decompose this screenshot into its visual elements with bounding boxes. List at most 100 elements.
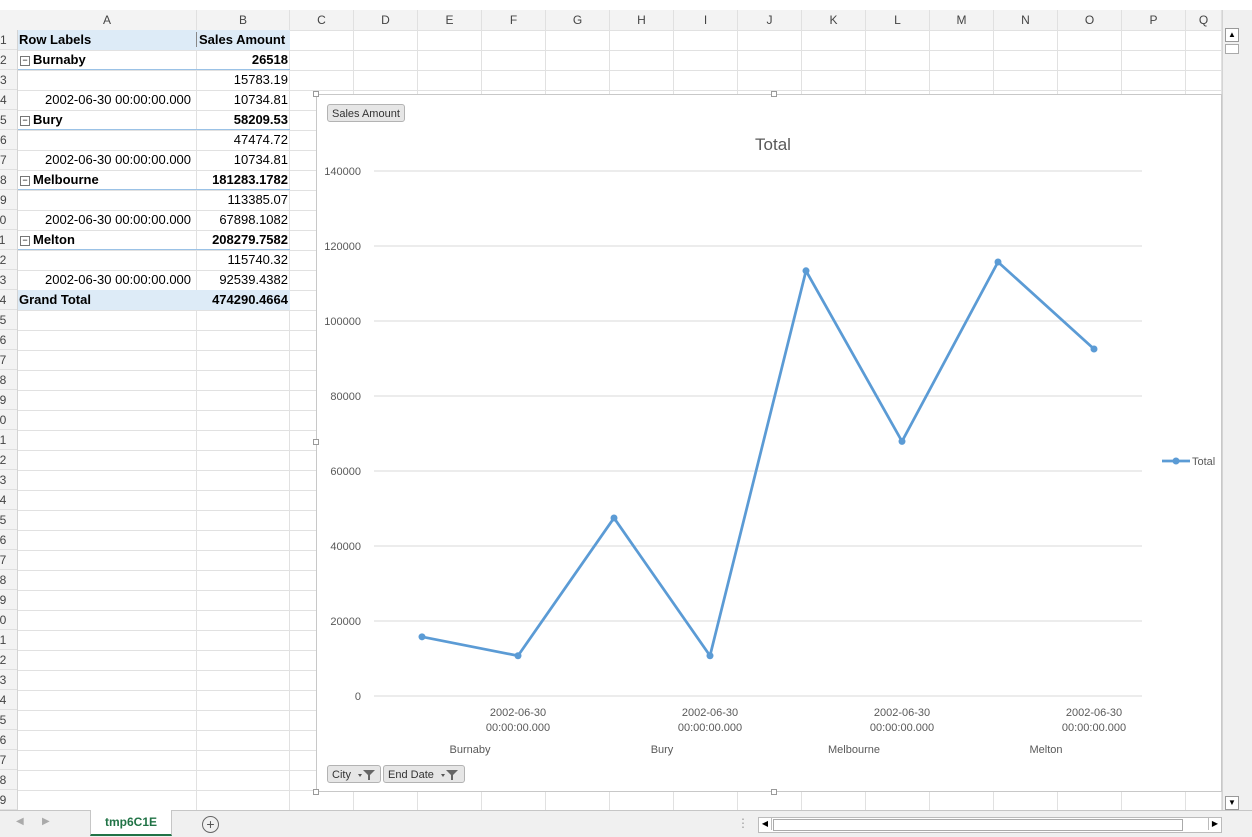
chart-resize-handle[interactable] xyxy=(313,439,319,445)
row-header[interactable]: 14 xyxy=(0,290,17,310)
row-header[interactable]: 26 xyxy=(0,530,17,550)
pivot-group-value[interactable]: 181283.1782 xyxy=(197,170,290,190)
row-header[interactable]: 3 xyxy=(0,70,17,90)
collapse-icon[interactable]: − xyxy=(20,116,30,126)
chart-resize-handle[interactable] xyxy=(771,789,777,795)
row-header[interactable]: 20 xyxy=(0,410,17,430)
pivot-group-label[interactable]: − Melton xyxy=(18,230,197,250)
column-header-e[interactable]: E xyxy=(418,10,482,30)
scroll-left-icon[interactable]: ◀ xyxy=(759,818,772,830)
column-header-q[interactable]: Q xyxy=(1186,10,1222,30)
pivot-item-value[interactable]: 47474.72 xyxy=(197,130,290,150)
row-header[interactable]: 11 xyxy=(0,230,17,250)
row-header[interactable]: 2 xyxy=(0,50,17,70)
row-header[interactable]: 1 xyxy=(0,30,17,50)
pivot-group-label[interactable]: − Melbourne xyxy=(18,170,197,190)
column-header-p[interactable]: P xyxy=(1122,10,1186,30)
row-header[interactable]: 17 xyxy=(0,350,17,370)
pivot-group-value[interactable]: 58209.53 xyxy=(197,110,290,130)
row-header[interactable]: 12 xyxy=(0,250,17,270)
row-header[interactable]: 21 xyxy=(0,430,17,450)
row-header[interactable]: 34 xyxy=(0,690,17,710)
pivot-item-label[interactable] xyxy=(18,190,197,210)
column-header-f[interactable]: F xyxy=(482,10,546,30)
row-header[interactable]: 39 xyxy=(0,790,17,810)
pivot-item-label[interactable]: 2002-06-30 00:00:00.000 xyxy=(18,210,197,230)
row-header[interactable]: 37 xyxy=(0,750,17,770)
chart-resize-handle[interactable] xyxy=(313,91,319,97)
column-header-g[interactable]: G xyxy=(546,10,610,30)
row-header[interactable]: 6 xyxy=(0,130,17,150)
pivot-grand-total-label[interactable]: Grand Total xyxy=(18,290,197,310)
row-header[interactable]: 32 xyxy=(0,650,17,670)
row-header[interactable]: 13 xyxy=(0,270,17,290)
row-header[interactable]: 8 xyxy=(0,170,17,190)
chart-resize-handle[interactable] xyxy=(313,789,319,795)
column-header-o[interactable]: O xyxy=(1058,10,1122,30)
row-header[interactable]: 28 xyxy=(0,570,17,590)
row-header[interactable]: 30 xyxy=(0,610,17,630)
column-header-d[interactable]: D xyxy=(354,10,418,30)
vertical-scrollbar[interactable]: ▲ ▼ xyxy=(1222,10,1252,810)
pivot-group-value[interactable]: 26518 xyxy=(197,50,290,70)
column-header-n[interactable]: N xyxy=(994,10,1058,30)
tab-scroll-right-icon[interactable]: ▶ xyxy=(42,816,50,827)
row-header[interactable]: 5 xyxy=(0,110,17,130)
row-header[interactable]: 27 xyxy=(0,550,17,570)
row-header[interactable]: 31 xyxy=(0,630,17,650)
column-header-a[interactable]: A xyxy=(18,10,197,30)
sheet-tab[interactable]: tmp6C1E xyxy=(90,810,172,836)
pivot-item-label[interactable] xyxy=(18,130,197,150)
column-header-b[interactable]: B xyxy=(197,10,290,30)
city-field-button[interactable]: City xyxy=(327,765,381,783)
chart-resize-handle[interactable] xyxy=(771,91,777,97)
row-header[interactable]: 16 xyxy=(0,330,17,350)
tab-scroll-left-icon[interactable]: ◀ xyxy=(16,816,24,827)
row-header[interactable]: 18 xyxy=(0,370,17,390)
pivot-header-row-labels[interactable]: Row Labels▾ xyxy=(18,30,197,50)
pivot-item-label[interactable] xyxy=(18,250,197,270)
pivot-item-value[interactable]: 113385.07 xyxy=(197,190,290,210)
scroll-right-icon[interactable]: ▶ xyxy=(1208,818,1221,830)
column-header-h[interactable]: H xyxy=(610,10,674,30)
row-header[interactable]: 33 xyxy=(0,670,17,690)
add-sheet-icon[interactable]: + xyxy=(202,816,219,833)
pivot-item-label[interactable]: 2002-06-30 00:00:00.000 xyxy=(18,150,197,170)
row-header[interactable]: 24 xyxy=(0,490,17,510)
scroll-thumb[interactable] xyxy=(1225,44,1239,54)
horizontal-scrollbar[interactable]: ◀ ▶ xyxy=(758,817,1222,833)
pivot-item-label[interactable]: 2002-06-30 00:00:00.000 xyxy=(18,270,197,290)
pivot-item-label[interactable] xyxy=(18,70,197,90)
row-header[interactable]: 7 xyxy=(0,150,17,170)
pivot-item-value[interactable]: 115740.32 xyxy=(197,250,290,270)
pivot-item-value[interactable]: 67898.1082 xyxy=(197,210,290,230)
pivot-group-value[interactable]: 208279.7582 xyxy=(197,230,290,250)
pivot-item-label[interactable]: 2002-06-30 00:00:00.000 xyxy=(18,90,197,110)
pivot-group-label[interactable]: − Bury xyxy=(18,110,197,130)
row-header[interactable]: 9 xyxy=(0,190,17,210)
pivot-item-value[interactable]: 10734.81 xyxy=(197,90,290,110)
row-header[interactable]: 29 xyxy=(0,590,17,610)
collapse-icon[interactable]: − xyxy=(20,176,30,186)
collapse-icon[interactable]: − xyxy=(20,236,30,246)
scroll-up-icon[interactable]: ▲ xyxy=(1225,28,1239,42)
pivot-item-value[interactable]: 15783.19 xyxy=(197,70,290,90)
column-header-l[interactable]: L xyxy=(866,10,930,30)
scroll-down-icon[interactable]: ▼ xyxy=(1225,796,1239,810)
row-header[interactable]: 25 xyxy=(0,510,17,530)
horizontal-scroll-thumb[interactable] xyxy=(773,819,1183,831)
end-date-field-button[interactable]: End Date xyxy=(383,765,465,783)
row-header[interactable]: 4 xyxy=(0,90,17,110)
pivot-item-value[interactable]: 10734.81 xyxy=(197,150,290,170)
column-header-i[interactable]: I xyxy=(674,10,738,30)
row-header[interactable]: 38 xyxy=(0,770,17,790)
column-header-j[interactable]: J xyxy=(738,10,802,30)
row-header[interactable]: 35 xyxy=(0,710,17,730)
pivot-item-value[interactable]: 92539.4382 xyxy=(197,270,290,290)
row-header[interactable]: 22 xyxy=(0,450,17,470)
column-header-c[interactable]: C xyxy=(290,10,354,30)
row-header[interactable]: 23 xyxy=(0,470,17,490)
pivot-group-label[interactable]: − Burnaby xyxy=(18,50,197,70)
row-header[interactable]: 10 xyxy=(0,210,17,230)
split-handle-icon[interactable]: ⋮ xyxy=(737,816,749,830)
